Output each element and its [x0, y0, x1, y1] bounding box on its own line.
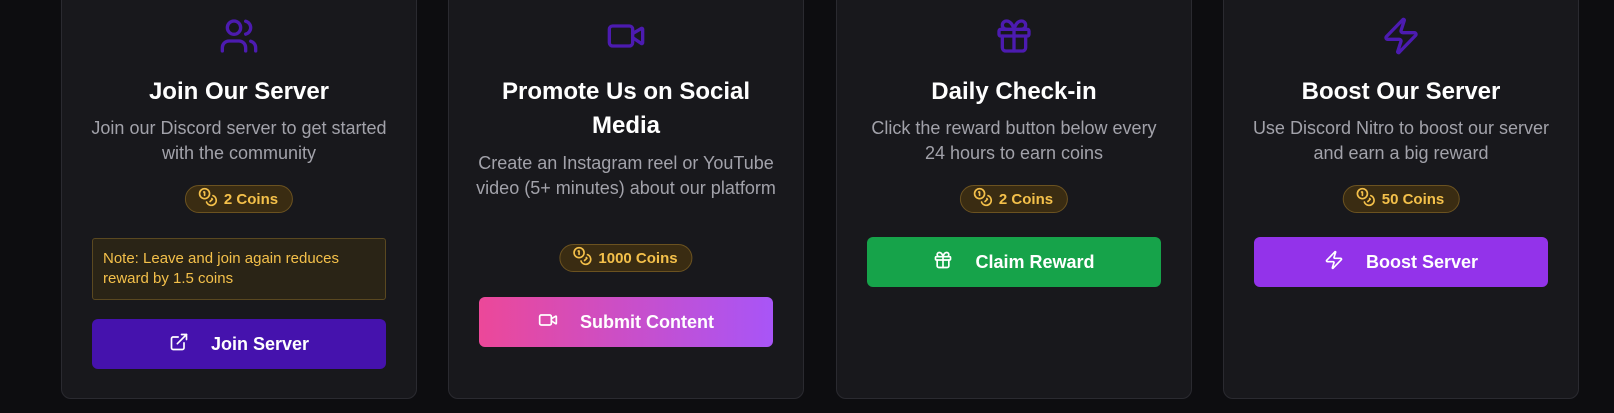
coin-amount: 2 Coins: [998, 190, 1054, 208]
external-link-icon: [169, 332, 189, 357]
submit-content-button[interactable]: Submit Content: [479, 297, 773, 347]
coin-amount: 50 Coins: [1381, 190, 1445, 208]
coin-amount: 2 Coins: [223, 190, 279, 208]
coins-icon: [572, 246, 592, 270]
card-title: Boost Our Server: [1301, 78, 1501, 105]
coin-badge: 50 Coins: [1342, 185, 1460, 213]
button-label: Claim Reward: [975, 251, 1095, 272]
card-promote-social: Promote Us on Social Media Create an Ins…: [448, 0, 804, 399]
zap-icon: [1324, 250, 1344, 275]
coin-badge: 2 Coins: [184, 185, 294, 213]
video-icon: [606, 16, 646, 56]
button-label: Join Server: [210, 333, 310, 354]
coins-icon: [973, 187, 993, 211]
zap-icon: [1381, 16, 1421, 56]
card-description: Join our Discord server to get started w…: [91, 118, 387, 163]
card-title: Join Our Server: [148, 78, 330, 105]
card-join-server: Join Our Server Join our Discord server …: [61, 0, 417, 399]
button-label: Boost Server: [1365, 251, 1479, 272]
card-description: Create an Instagram reel or YouTube vide…: [476, 153, 776, 198]
card-description: Click the reward button below every 24 h…: [871, 118, 1157, 163]
coin-badge: 2 Coins: [959, 185, 1069, 213]
coin-amount: 1000 Coins: [598, 249, 678, 267]
card-daily-checkin: Daily Check-in Click the reward button b…: [836, 0, 1192, 399]
card-boost-server: Boost Our Server Use Discord Nitro to bo…: [1223, 0, 1579, 399]
boost-server-button[interactable]: Boost Server: [1254, 237, 1548, 287]
video-icon: [538, 310, 558, 335]
join-server-button[interactable]: Join Server: [92, 319, 386, 369]
users-icon: [219, 16, 259, 56]
claim-reward-button[interactable]: Claim Reward: [867, 237, 1161, 287]
note-box: Note: Leave and join again reduces rewar…: [92, 238, 386, 300]
card-description: Use Discord Nitro to boost our server an…: [1252, 118, 1550, 163]
rewards-grid: Join Our Server Join our Discord server …: [0, 0, 1614, 413]
coin-badge: 1000 Coins: [559, 244, 693, 272]
gift-icon: [933, 250, 953, 275]
card-title: Daily Check-in: [931, 78, 1097, 105]
button-label: Submit Content: [580, 311, 714, 332]
coins-icon: [1356, 187, 1376, 211]
card-title: Promote Us on Social Media: [501, 78, 751, 139]
gift-icon: [994, 16, 1034, 56]
coins-icon: [198, 187, 218, 211]
